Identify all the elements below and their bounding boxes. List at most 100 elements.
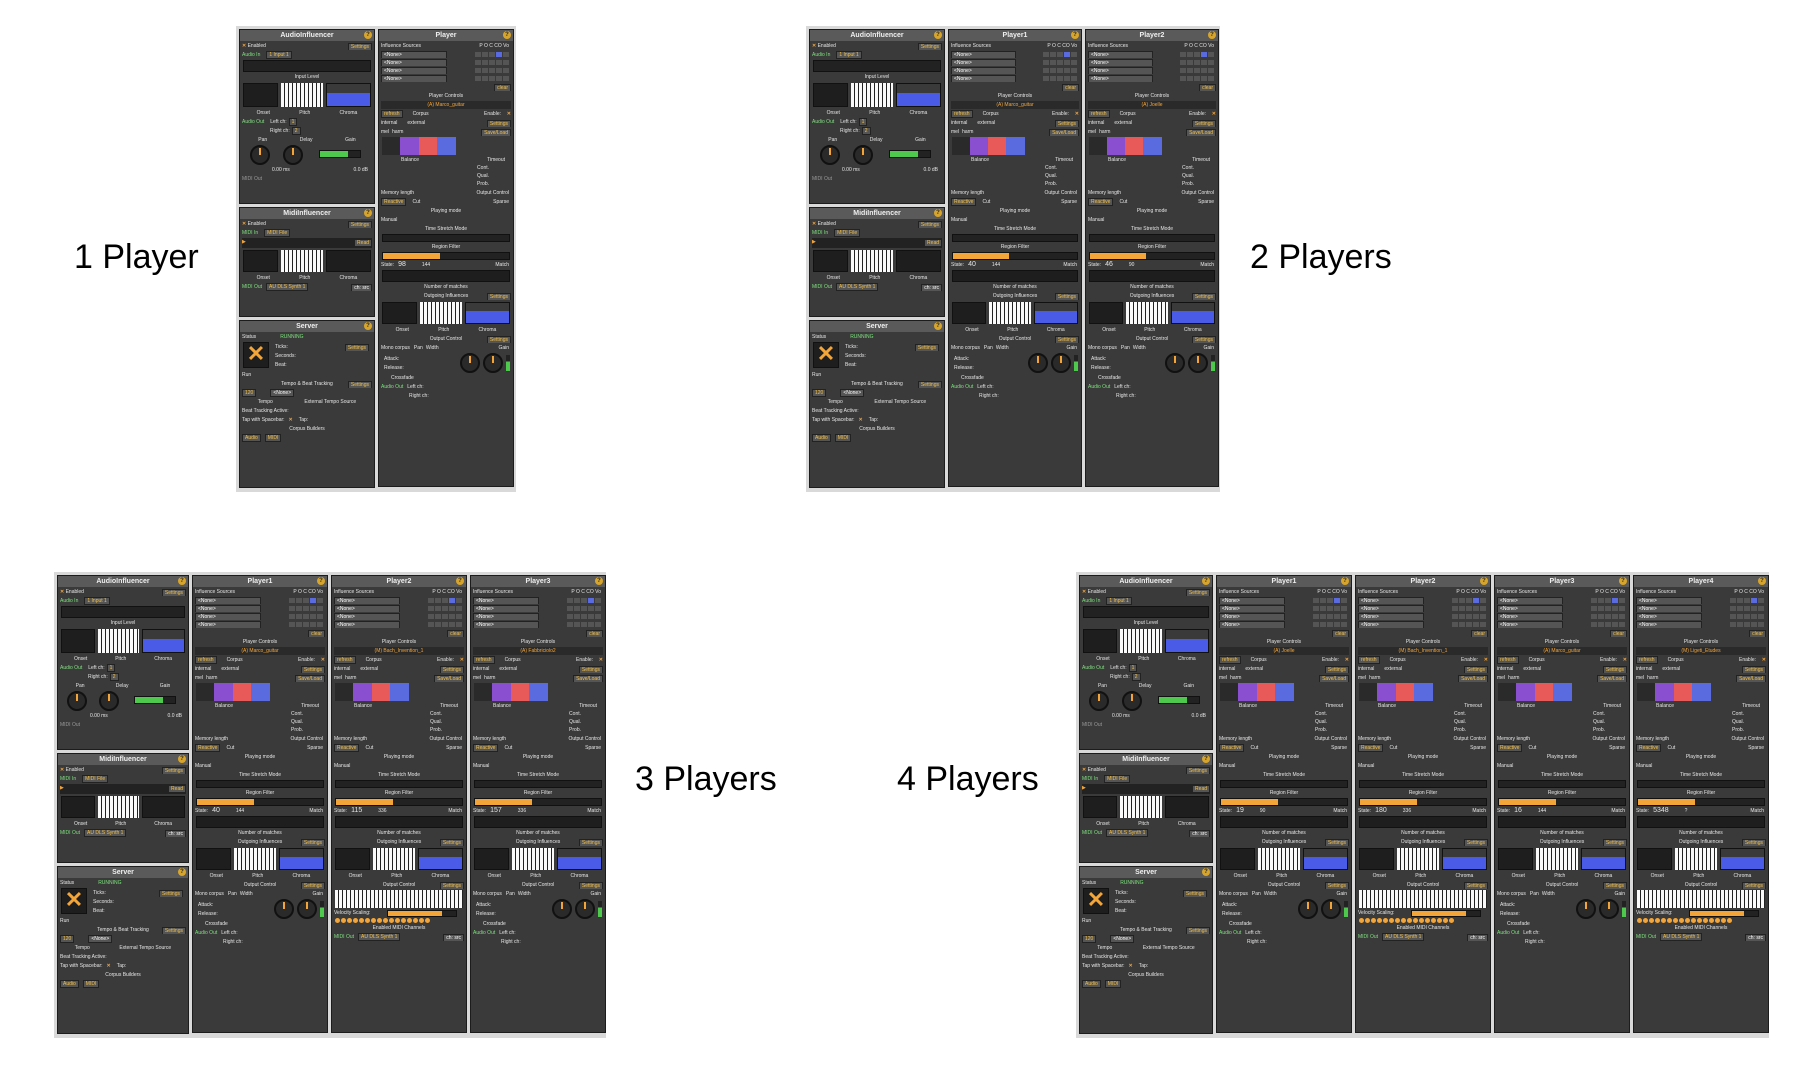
right-ch-value[interactable]: 2 bbox=[861, 127, 871, 135]
reactive-button[interactable]: Reactive bbox=[195, 744, 221, 752]
influence-source-select[interactable]: <None> bbox=[1636, 597, 1702, 604]
influence-cell[interactable] bbox=[581, 598, 587, 603]
region-filter-slider[interactable] bbox=[1498, 798, 1626, 806]
influence-cell[interactable] bbox=[310, 598, 316, 603]
influence-cell[interactable] bbox=[1313, 598, 1319, 603]
save-load-button[interactable]: Save/Load bbox=[1319, 675, 1349, 682]
influence-cell[interactable] bbox=[567, 606, 573, 611]
influence-cell[interactable] bbox=[1180, 60, 1186, 65]
pan-knob[interactable] bbox=[460, 353, 480, 373]
region-filter-slider[interactable] bbox=[335, 798, 463, 806]
clear-button[interactable]: clear bbox=[1332, 630, 1349, 637]
synth-select[interactable]: AU DLS Synth 1 bbox=[1106, 829, 1149, 837]
enable-toggle-icon[interactable]: ✕ bbox=[1075, 110, 1079, 118]
influence-cell[interactable] bbox=[1071, 52, 1077, 57]
influence-cell[interactable] bbox=[1057, 68, 1063, 73]
influence-source-select[interactable]: <None> bbox=[1636, 621, 1702, 628]
settings-button[interactable]: Settings bbox=[917, 43, 942, 50]
player-settings-button[interactable]: Settings bbox=[1324, 666, 1349, 673]
tempo-settings-button[interactable]: Settings bbox=[917, 381, 942, 388]
settings-button[interactable]: Settings bbox=[1185, 767, 1210, 774]
left-ch-value[interactable]: 1 bbox=[288, 118, 298, 126]
influence-cell[interactable] bbox=[574, 598, 580, 603]
tap-spacebar-toggle-icon[interactable]: ✕ bbox=[859, 417, 863, 423]
width-knob[interactable] bbox=[1599, 899, 1619, 919]
influence-cell[interactable] bbox=[1320, 598, 1326, 603]
read-button[interactable]: Read bbox=[168, 785, 186, 793]
influence-cell[interactable] bbox=[1050, 68, 1056, 73]
influence-cell[interactable] bbox=[1208, 76, 1214, 81]
influence-cell[interactable] bbox=[482, 60, 488, 65]
pan-knob[interactable] bbox=[1298, 899, 1318, 919]
clear-button[interactable]: clear bbox=[494, 84, 511, 91]
save-load-button[interactable]: Save/Load bbox=[481, 129, 511, 136]
settings-button[interactable]: Settings bbox=[344, 344, 369, 351]
synth-select[interactable]: AU DLS Synth 1 bbox=[1382, 933, 1425, 941]
influence-cell[interactable] bbox=[449, 606, 455, 611]
tempo-value[interactable]: 120 bbox=[1082, 935, 1097, 943]
help-icon[interactable]: ? bbox=[595, 577, 603, 585]
pan-knob[interactable] bbox=[274, 899, 294, 919]
pan-knob[interactable] bbox=[249, 145, 270, 165]
influence-cell[interactable] bbox=[496, 68, 502, 73]
influence-cell[interactable] bbox=[428, 614, 434, 619]
gain-slider[interactable] bbox=[1157, 696, 1200, 704]
influence-cell[interactable] bbox=[1187, 68, 1193, 73]
save-load-button[interactable]: Save/Load bbox=[434, 675, 464, 682]
player-settings-button[interactable]: Settings bbox=[300, 666, 325, 673]
input-select[interactable]: 1 Input 1 bbox=[1106, 597, 1132, 605]
influence-cell[interactable] bbox=[475, 60, 481, 65]
audio-out-button[interactable]: Audio Out bbox=[381, 384, 403, 390]
refresh-button[interactable]: refresh bbox=[381, 110, 403, 118]
region-filter-slider[interactable] bbox=[1637, 798, 1765, 806]
influence-cell[interactable] bbox=[595, 622, 601, 627]
settings-button[interactable]: Settings bbox=[347, 221, 372, 228]
influence-cell[interactable] bbox=[1466, 606, 1472, 611]
influence-source-select[interactable]: <None> bbox=[1636, 613, 1702, 620]
midi-out-button[interactable]: MIDI Out bbox=[242, 284, 262, 290]
influence-cell[interactable] bbox=[496, 60, 502, 65]
pan-knob[interactable] bbox=[1028, 353, 1048, 373]
influence-cell[interactable] bbox=[595, 598, 601, 603]
influence-cell[interactable] bbox=[303, 614, 309, 619]
clear-button[interactable]: clear bbox=[1062, 84, 1079, 91]
influence-cell[interactable] bbox=[1071, 60, 1077, 65]
influence-cell[interactable] bbox=[1313, 614, 1319, 619]
time-stretch-slider[interactable] bbox=[1637, 780, 1765, 788]
influence-cell[interactable] bbox=[435, 598, 441, 603]
outgoing-settings-button[interactable]: Settings bbox=[1054, 293, 1079, 300]
influence-cell[interactable] bbox=[1480, 622, 1486, 627]
region-filter-slider[interactable] bbox=[1359, 798, 1487, 806]
influence-cell[interactable] bbox=[595, 614, 601, 619]
influence-cell[interactable] bbox=[1473, 606, 1479, 611]
influence-cell[interactable] bbox=[1071, 76, 1077, 81]
influence-cell[interactable] bbox=[1480, 614, 1486, 619]
influence-source-select[interactable]: <None> bbox=[195, 613, 261, 620]
influence-cell[interactable] bbox=[1194, 60, 1200, 65]
save-load-button[interactable]: Save/Load bbox=[1597, 675, 1627, 682]
influence-source-select[interactable]: <None> bbox=[473, 621, 539, 628]
synth-select[interactable]: AU DLS Synth 1 bbox=[836, 283, 879, 291]
right-ch-value[interactable]: 2 bbox=[109, 673, 119, 681]
influence-cell[interactable] bbox=[289, 614, 295, 619]
refresh-button[interactable]: refresh bbox=[195, 656, 217, 664]
tempo-source-select[interactable]: <None> bbox=[840, 389, 865, 397]
reactive-button[interactable]: Reactive bbox=[1219, 744, 1245, 752]
pan-knob[interactable] bbox=[67, 691, 87, 711]
midi-out-button[interactable]: MIDI Out bbox=[1636, 934, 1656, 940]
pan-knob[interactable] bbox=[1089, 691, 1110, 711]
influence-cell[interactable] bbox=[1751, 606, 1757, 611]
enable-toggle-icon[interactable]: ✕ bbox=[1484, 656, 1488, 664]
read-button[interactable]: Read bbox=[354, 239, 372, 247]
influence-cell[interactable] bbox=[475, 76, 481, 81]
channel-select[interactable]: ch: src bbox=[921, 284, 942, 291]
influence-cell[interactable] bbox=[289, 622, 295, 627]
refresh-button[interactable]: refresh bbox=[1219, 656, 1241, 664]
help-icon[interactable]: ? bbox=[1208, 31, 1216, 39]
refresh-button[interactable]: refresh bbox=[334, 656, 356, 664]
enable-toggle-icon[interactable]: ✕ bbox=[507, 110, 511, 118]
midi-channel-dots[interactable] bbox=[1359, 918, 1487, 923]
time-stretch-slider[interactable] bbox=[1359, 780, 1487, 788]
help-icon[interactable]: ? bbox=[934, 209, 942, 217]
influence-cell[interactable] bbox=[1612, 614, 1618, 619]
